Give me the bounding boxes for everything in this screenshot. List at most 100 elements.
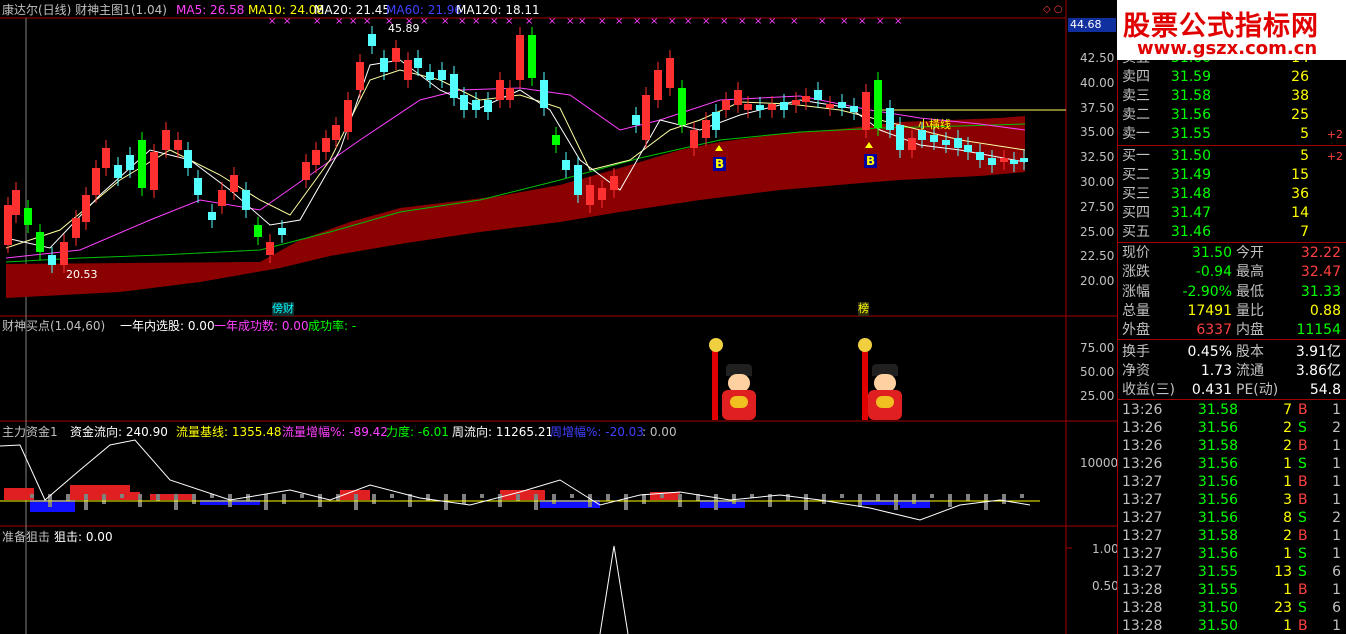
tick-volume: 13 <box>1274 564 1292 580</box>
order-row-buy[interactable]: 买五 31.46 7 <box>1118 223 1346 242</box>
week-increase: 周增幅%: -20.03 <box>550 425 644 439</box>
quote-panel: 卖五31.6014卖四31.5926卖三31.5838卖二31.5625卖一31… <box>1117 0 1346 634</box>
candle-body <box>496 80 504 100</box>
quote-value: 17491 <box>1187 302 1232 319</box>
volume-tick <box>876 494 880 501</box>
candle-body <box>896 125 904 150</box>
tick-row[interactable]: 13:27 31.56 3 B 1 <box>1118 491 1346 509</box>
order-row-buy[interactable]: 买四 31.47 14 <box>1118 204 1346 223</box>
quote-label: 收益(三) <box>1122 382 1175 399</box>
order-change: +2 <box>1326 128 1343 141</box>
price-tick: 22.50 <box>1080 249 1115 264</box>
tick-row[interactable]: 13:28 31.50 23 S 6 <box>1118 599 1346 617</box>
order-volume: 5 <box>1300 126 1309 142</box>
candle-body <box>230 175 238 192</box>
quote-value: 0.431 <box>1191 382 1232 399</box>
quote-label: 换手 <box>1122 343 1150 360</box>
volume-tick <box>84 494 88 510</box>
candle-body <box>862 92 870 130</box>
quote-row: 涨跌 -0.94 最高 32.47 <box>1118 263 1346 282</box>
volume-tick <box>300 494 304 498</box>
candle-body <box>404 60 412 80</box>
kline-chart[interactable]: × × × × × × × × × × × × × × × × × × × × × × × × × × × × × × × × × × × <box>0 0 1117 634</box>
window-control-icons[interactable]: ◇ ○ <box>1043 4 1063 15</box>
tick-row[interactable]: 13:27 31.56 8 S 2 <box>1118 509 1346 527</box>
order-change: +2 <box>1326 150 1343 163</box>
tick-side: B <box>1298 618 1308 634</box>
quote-row: 现价 31.50 今开 32.22 <box>1118 244 1346 263</box>
chart-title: 康达尔(日线) 财神主图1(1.04) <box>2 3 167 17</box>
tick-row[interactable]: 13:26 31.56 1 S 1 <box>1118 455 1346 473</box>
divider <box>1118 399 1346 400</box>
price-tick: 42.50 <box>1080 51 1115 65</box>
pane2-tick-25: 25.00 <box>1080 389 1115 403</box>
x-marker: × <box>420 16 428 27</box>
quote-label: 涨跌 <box>1122 264 1150 281</box>
tick-price: 31.58 <box>1197 438 1238 454</box>
tick-row[interactable]: 13:26 31.58 2 B 1 <box>1118 437 1346 455</box>
order-price: 31.59 <box>1170 69 1211 85</box>
order-row-buy[interactable]: 买三 31.48 36 <box>1118 185 1346 204</box>
volume-tick <box>372 494 376 504</box>
x-marker: × <box>615 16 623 27</box>
candle-body <box>438 70 446 80</box>
x-marker: × <box>738 16 746 27</box>
pane4-tick-1: 1.00 <box>1092 542 1119 556</box>
candle-body <box>598 188 606 200</box>
order-row-sell[interactable]: 卖一 31.55 5 +2 <box>1118 125 1346 144</box>
quote-value: -2.90% <box>1182 283 1232 300</box>
divider <box>1118 339 1346 340</box>
tick-row[interactable]: 13:27 31.56 1 B 1 <box>1118 473 1346 491</box>
candle-body <box>734 90 742 105</box>
candle-body <box>332 125 340 140</box>
order-row-buy[interactable]: 买一 31.50 5 +2 <box>1118 147 1346 166</box>
candle-body <box>976 152 984 160</box>
tick-row[interactable]: 13:26 31.58 7 B 1 <box>1118 401 1346 419</box>
quote-row: 总量 17491 量比 0.88 <box>1118 302 1346 321</box>
candle-body <box>302 162 310 180</box>
order-price: 31.58 <box>1170 88 1211 104</box>
candle-body <box>814 90 822 100</box>
quote-label: PE(动) <box>1236 382 1279 399</box>
tick-row[interactable]: 13:27 31.55 13 S 6 <box>1118 563 1346 581</box>
quote-value: 32.47 <box>1300 264 1341 281</box>
order-price: 31.47 <box>1170 205 1211 221</box>
tick-side: B <box>1298 474 1308 490</box>
tick-time: 13:28 <box>1122 600 1163 616</box>
volume-tick <box>930 494 934 498</box>
x-marker: × <box>840 16 848 27</box>
order-row-buy[interactable]: 买二 31.49 15 <box>1118 166 1346 185</box>
candle-body <box>768 104 776 110</box>
order-price: 31.49 <box>1170 167 1211 183</box>
divider <box>1118 145 1346 146</box>
candle-body <box>930 135 938 142</box>
order-volume: 5 <box>1300 148 1309 164</box>
quote-label: 量比 <box>1236 302 1264 319</box>
chart-area[interactable]: × × × × × × × × × × × × × × × × × × × × × × × × × × × × × × × × × × × 康达尔(… <box>0 0 1119 634</box>
ma120-legend: MA120: 18.11 <box>456 3 540 17</box>
candle-body <box>826 104 834 108</box>
order-row-sell[interactable]: 卖三 31.58 38 <box>1118 87 1346 106</box>
order-row-sell[interactable]: 卖四 31.59 26 <box>1118 68 1346 87</box>
order-row-sell[interactable]: 卖二 31.56 25 <box>1118 106 1346 125</box>
tick-row[interactable]: 13:28 31.50 1 B 1 <box>1118 617 1346 634</box>
tick-row[interactable]: 13:26 31.56 2 S 2 <box>1118 419 1346 437</box>
quote-row: 净资 1.73 流通 3.86亿 <box>1118 362 1346 381</box>
tick-row[interactable]: 13:27 31.58 2 B 1 <box>1118 527 1346 545</box>
candle-body <box>162 130 170 150</box>
quote-value: 3.86亿 <box>1295 362 1341 379</box>
x-marker: × <box>349 16 357 27</box>
candle-body <box>964 145 972 152</box>
candle-body <box>322 138 330 152</box>
candle-body <box>1010 160 1018 164</box>
tick-volume: 2 <box>1283 420 1292 436</box>
tick-price: 31.56 <box>1197 510 1238 526</box>
tick-row[interactable]: 13:28 31.55 1 B 1 <box>1118 581 1346 599</box>
x-marker: × <box>283 16 291 27</box>
tick-price: 31.56 <box>1197 456 1238 472</box>
volume-tick <box>174 494 178 510</box>
candle-body <box>312 150 320 165</box>
volume-tick <box>192 494 196 504</box>
tick-row[interactable]: 13:27 31.56 1 S 1 <box>1118 545 1346 563</box>
candle-body <box>838 102 846 108</box>
